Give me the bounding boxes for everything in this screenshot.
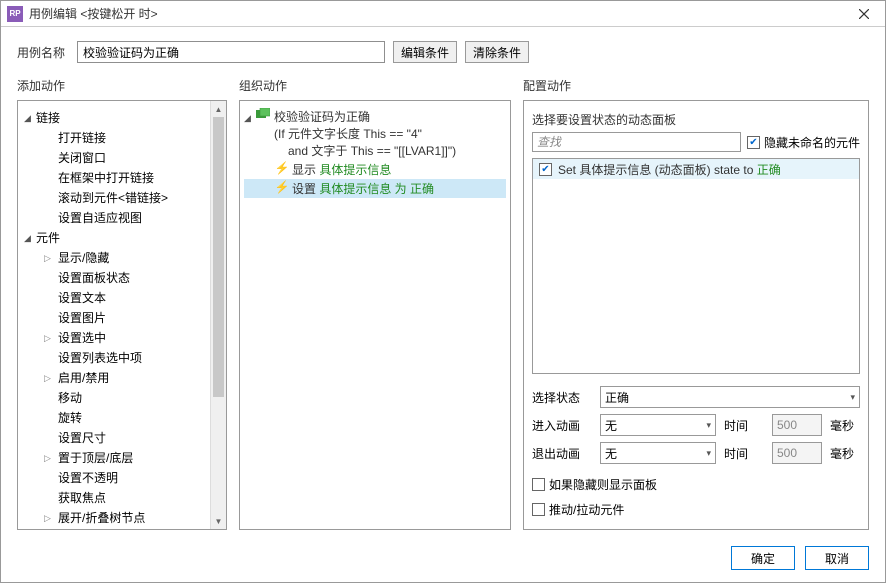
caret-icon xyxy=(44,450,58,464)
scroll-down-icon[interactable]: ▼ xyxy=(211,513,226,529)
checkbox-icon[interactable] xyxy=(539,163,552,176)
caret-icon xyxy=(244,110,254,124)
case-name-text: 校验验证码为正确 xyxy=(274,108,456,125)
scroll-thumb[interactable] xyxy=(213,117,224,397)
mid-col-title: 组织动作 xyxy=(239,73,511,100)
tree-item[interactable]: 在框架中打开链接 xyxy=(24,167,208,187)
tree-group-label: 链接 xyxy=(36,109,60,126)
tree-item[interactable]: 关闭窗口 xyxy=(24,147,208,167)
condition-line: and 文字于 This == "[[LVAR1]]") xyxy=(274,142,456,159)
anim-out-time[interactable]: 500 xyxy=(772,442,822,464)
footer: 确定 取消 xyxy=(1,538,885,582)
caret-icon xyxy=(24,230,34,244)
case-name-input[interactable] xyxy=(77,41,385,63)
anim-in-select[interactable]: 无▾ xyxy=(600,414,716,436)
tree-item[interactable]: 滚动到元件<错链接> xyxy=(24,187,208,207)
anim-in-label: 进入动画 xyxy=(532,417,592,434)
close-button[interactable] xyxy=(849,3,879,25)
checkbox-icon xyxy=(532,503,545,516)
tree-group-label: 元件 xyxy=(36,229,60,246)
tree-item[interactable]: 设置尺寸 xyxy=(24,427,208,447)
scrollbar[interactable]: ▲ ▼ xyxy=(210,101,226,529)
ms-label: 毫秒 xyxy=(830,445,860,462)
case-name-label: 用例名称 xyxy=(17,44,65,61)
titlebar: RP 用例编辑 <按键松开 时> xyxy=(1,1,885,27)
tree-item[interactable]: 旋转 xyxy=(24,407,208,427)
left-col-title: 添加动作 xyxy=(17,73,227,100)
time-label: 时间 xyxy=(724,445,764,462)
checkbox-icon xyxy=(532,478,545,491)
caret-icon xyxy=(44,510,58,524)
ms-label: 毫秒 xyxy=(830,417,860,434)
checkbox-label: 推动/拉动元件 xyxy=(549,501,624,518)
tree-item[interactable]: 设置文本 xyxy=(24,287,208,307)
chevron-down-icon: ▾ xyxy=(706,420,711,431)
time-label: 时间 xyxy=(724,417,764,434)
chevron-down-icon: ▾ xyxy=(850,392,855,403)
checkbox-icon xyxy=(747,136,760,149)
anim-out-select[interactable]: 无▾ xyxy=(600,442,716,464)
action-row-show[interactable]: ⚡ 显示 具体提示信息 xyxy=(244,160,506,179)
organize-panel: 校验验证码为正确 (If 元件文字长度 This == "4" and 文字于 … xyxy=(239,100,511,530)
tree-item[interactable]: 移动 xyxy=(24,387,208,407)
right-col-title: 配置动作 xyxy=(523,73,869,100)
close-icon xyxy=(859,9,869,19)
checkbox-label: 隐藏未命名的元件 xyxy=(764,134,860,151)
tree-item[interactable]: 置于顶层/底层 xyxy=(24,447,208,467)
configure-panel: 选择要设置状态的动态面板 查找 隐藏未命名的元件 Set 具体提示信息 (动态面… xyxy=(523,100,869,530)
state-label: 选择状态 xyxy=(532,389,592,406)
anim-out-label: 退出动画 xyxy=(532,445,592,462)
state-select[interactable]: 正确▾ xyxy=(600,386,860,408)
condition-line: (If 元件文字长度 This == "4" xyxy=(274,125,456,142)
case-editor-dialog: RP 用例编辑 <按键松开 时> 用例名称 编辑条件 清除条件 添加动作 链接 xyxy=(0,0,886,583)
header-row: 用例名称 编辑条件 清除条件 xyxy=(1,27,885,73)
tree-group-links[interactable]: 链接 xyxy=(24,107,208,127)
caret-icon xyxy=(44,370,58,384)
push-pull-checkbox[interactable]: 推动/拉动元件 xyxy=(532,501,860,518)
hide-unnamed-checkbox[interactable]: 隐藏未命名的元件 xyxy=(747,134,860,151)
tree-item[interactable]: 设置面板状态 xyxy=(24,267,208,287)
scroll-up-icon[interactable]: ▲ xyxy=(211,101,226,117)
search-input[interactable]: 查找 xyxy=(532,132,741,152)
show-if-hidden-checkbox[interactable]: 如果隐藏则显示面板 xyxy=(532,476,860,493)
tree-item[interactable]: 展开/折叠树节点 xyxy=(24,507,208,527)
tree-group-widgets[interactable]: 元件 xyxy=(24,227,208,247)
tree-item[interactable]: 设置列表选中项 xyxy=(24,347,208,367)
cancel-button[interactable]: 取消 xyxy=(805,546,869,570)
app-icon: RP xyxy=(7,6,23,22)
clear-condition-button[interactable]: 清除条件 xyxy=(465,41,529,63)
section-label: 选择要设置状态的动态面板 xyxy=(532,111,860,128)
list-item[interactable]: Set 具体提示信息 (动态面板) state to 正确 xyxy=(533,159,859,179)
tree-item[interactable]: 设置选中 xyxy=(24,327,208,347)
caret-icon xyxy=(44,250,58,264)
checkbox-label: 如果隐藏则显示面板 xyxy=(549,476,657,493)
bolt-icon: ⚡ xyxy=(274,161,290,175)
anim-in-time[interactable]: 500 xyxy=(772,414,822,436)
bolt-icon: ⚡ xyxy=(274,180,290,194)
panel-list: Set 具体提示信息 (动态面板) state to 正确 xyxy=(532,158,860,374)
case-node[interactable]: 校验验证码为正确 (If 元件文字长度 This == "4" and 文字于 … xyxy=(244,107,506,160)
case-icon xyxy=(256,108,270,120)
tree-item[interactable]: 设置图片 xyxy=(24,307,208,327)
caret-icon xyxy=(44,330,58,344)
tree-item[interactable]: 设置不透明 xyxy=(24,467,208,487)
ok-button[interactable]: 确定 xyxy=(731,546,795,570)
chevron-down-icon: ▾ xyxy=(706,448,711,459)
tree-item[interactable]: 获取焦点 xyxy=(24,487,208,507)
tree-item[interactable]: 设置自适应视图 xyxy=(24,207,208,227)
tree-item[interactable]: 显示/隐藏 xyxy=(24,247,208,267)
edit-condition-button[interactable]: 编辑条件 xyxy=(393,41,457,63)
tree-item[interactable]: 启用/禁用 xyxy=(24,367,208,387)
actions-tree-panel: 链接 打开链接关闭窗口在框架中打开链接滚动到元件<错链接>设置自适应视图 元件 … xyxy=(17,100,227,530)
window-title: 用例编辑 <按键松开 时> xyxy=(29,5,849,22)
tree-item[interactable]: 打开链接 xyxy=(24,127,208,147)
action-row-set[interactable]: ⚡ 设置 具体提示信息 为 正确 xyxy=(244,179,506,198)
caret-icon xyxy=(24,110,34,124)
